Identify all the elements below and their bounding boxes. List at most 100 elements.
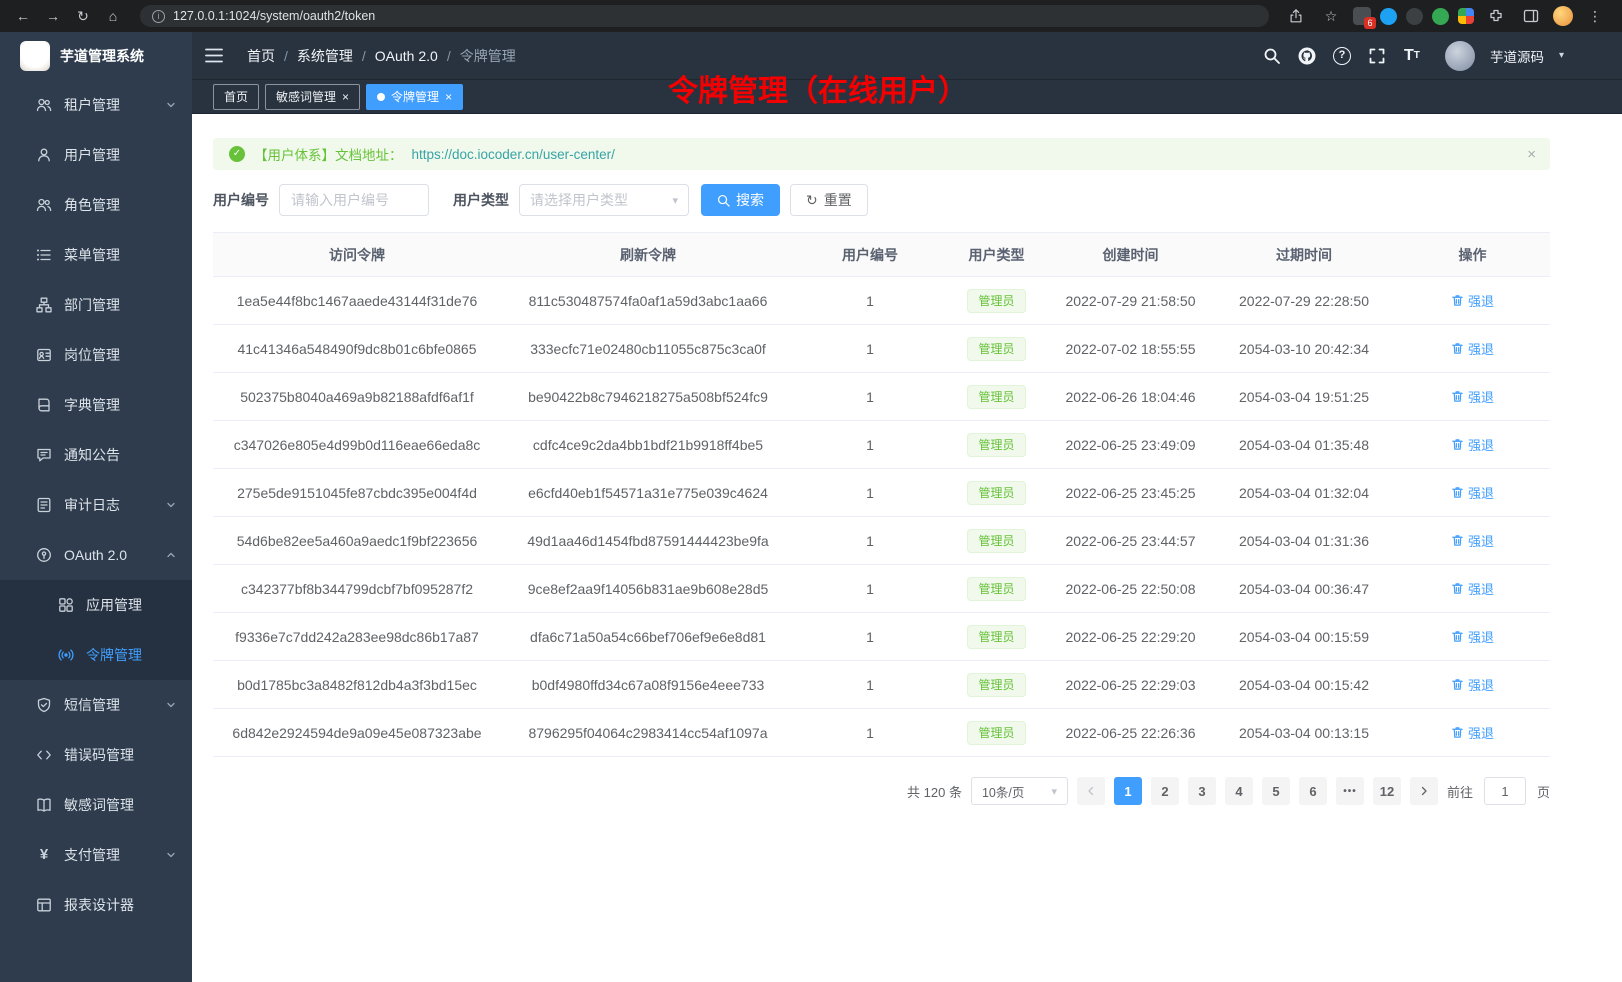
fullscreen-icon[interactable] — [1367, 46, 1387, 66]
user-type-badge: 管理员 — [967, 721, 1025, 745]
tab-home[interactable]: 首页 — [213, 84, 259, 110]
hamburger-icon[interactable] — [205, 48, 227, 63]
create-time-cell: 2022-07-02 18:55:55 — [1048, 325, 1213, 373]
sidebar-item-role[interactable]: 角色管理 — [0, 180, 192, 230]
side-panel-icon[interactable] — [1518, 4, 1544, 28]
sidebar-item-label: 岗位管理 — [64, 345, 120, 365]
sidebar-item-label: 部门管理 — [64, 295, 120, 315]
font-size-icon[interactable]: TT — [1402, 46, 1422, 66]
sidebar-item-sensitive-word[interactable]: 敏感词管理 — [0, 780, 192, 830]
help-icon[interactable]: ? — [1332, 46, 1352, 66]
browser-profile-avatar[interactable] — [1553, 6, 1573, 26]
extensions-puzzle-icon[interactable] — [1483, 4, 1509, 28]
pagination-page-2[interactable]: 2 — [1151, 777, 1179, 805]
force-logout-button[interactable]: 强退 — [1451, 483, 1494, 502]
back-icon[interactable]: ← — [10, 4, 36, 28]
actions-cell: 强退 — [1395, 469, 1550, 517]
sidebar-item-post[interactable]: 岗位管理 — [0, 330, 192, 380]
chevron-down-icon[interactable]: ▾ — [1559, 50, 1564, 61]
doc-link[interactable]: https://doc.iocoder.cn/user-center/ — [412, 147, 615, 162]
create-time-cell: 2022-06-26 18:04:46 — [1048, 373, 1213, 421]
force-logout-button[interactable]: 强退 — [1451, 723, 1494, 742]
tab-token-manage[interactable]: 令牌管理 × — [366, 84, 463, 110]
user-type-select[interactable]: 请选择用户类型 ▾ — [519, 184, 689, 216]
pagination-page-3[interactable]: 3 — [1188, 777, 1216, 805]
pagination-page-12[interactable]: 12 — [1373, 777, 1401, 805]
sidebar-item-menu[interactable]: 菜单管理 — [0, 230, 192, 280]
extension-dark-icon[interactable] — [1406, 8, 1423, 25]
user-id-cell: 1 — [795, 517, 945, 565]
pagination-page-4[interactable]: 4 — [1225, 777, 1253, 805]
close-icon[interactable]: × — [342, 91, 349, 103]
reload-icon[interactable]: ↻ — [70, 4, 96, 28]
bookmark-star-icon[interactable]: ☆ — [1318, 4, 1344, 28]
breadcrumb-oauth2[interactable]: OAuth 2.0 — [375, 48, 438, 64]
user-type-cell: 管理员 — [945, 613, 1048, 661]
force-logout-button[interactable]: 强退 — [1451, 291, 1494, 310]
actions-cell: 强退 — [1395, 565, 1550, 613]
browser-menu-icon[interactable]: ⋮ — [1582, 4, 1608, 28]
user-name[interactable]: 芋道源码 — [1490, 46, 1544, 66]
extension-blue-icon[interactable] — [1380, 8, 1397, 25]
sidebar-item-label: 租户管理 — [64, 95, 120, 115]
extension-green-icon[interactable] — [1432, 8, 1449, 25]
pagination-page-1[interactable]: 1 — [1114, 777, 1142, 805]
sidebar-item-app-manage[interactable]: 应用管理 — [0, 580, 192, 630]
extension-grid-icon[interactable]: 6 — [1353, 7, 1371, 25]
home-icon[interactable]: ⌂ — [100, 4, 126, 28]
sidebar-item-sms[interactable]: 短信管理 — [0, 680, 192, 730]
sidebar-item-label: 短信管理 — [64, 695, 120, 715]
refresh-token-cell: e6cfd40eb1f54571a31e775e039c4624 — [501, 469, 795, 517]
force-logout-button[interactable]: 强退 — [1451, 675, 1494, 694]
close-icon[interactable]: × — [445, 91, 452, 103]
sidebar-item-audit-log[interactable]: 审计日志 — [0, 480, 192, 530]
pagination-more-button[interactable]: ••• — [1336, 777, 1364, 805]
reset-button[interactable]: ↻ 重置 — [790, 184, 868, 216]
user-type-cell: 管理员 — [945, 325, 1048, 373]
table-row: f9336e7c7dd242a283ee98dc86b17a87 dfa6c71… — [213, 613, 1550, 661]
pagination-prev-button[interactable] — [1077, 777, 1105, 805]
force-logout-button[interactable]: 强退 — [1451, 531, 1494, 550]
sidebar-item-label: 错误码管理 — [64, 745, 134, 765]
sidebar-item-error-code[interactable]: 错误码管理 — [0, 730, 192, 780]
sidebar-item-report-designer[interactable]: 报表设计器 — [0, 880, 192, 930]
breadcrumb-home[interactable]: 首页 — [247, 46, 275, 66]
sidebar-item-pay[interactable]: ¥ 支付管理 — [0, 830, 192, 880]
sidebar-item-oauth2[interactable]: OAuth 2.0 — [0, 530, 192, 580]
sidebar-item-token-manage[interactable]: 令牌管理 — [0, 630, 192, 680]
app: 芋道管理系统 租户管理 用户管理 角色管理 菜单 — [0, 32, 1622, 982]
sidebar-item-notice[interactable]: 通知公告 — [0, 430, 192, 480]
sidebar-item-tenant[interactable]: 租户管理 — [0, 80, 192, 130]
sidebar-item-dept[interactable]: 部门管理 — [0, 280, 192, 330]
pagination-page-5[interactable]: 5 — [1262, 777, 1290, 805]
search-icon[interactable] — [1262, 46, 1282, 66]
user-type-badge: 管理员 — [967, 433, 1025, 457]
force-logout-button[interactable]: 强退 — [1451, 579, 1494, 598]
expire-time-cell: 2054-03-04 00:13:15 — [1213, 709, 1395, 757]
pagination-next-button[interactable] — [1410, 777, 1438, 805]
chevron-down-icon: ▾ — [1051, 785, 1057, 798]
sidebar-item-dict[interactable]: 字典管理 — [0, 380, 192, 430]
app-logo[interactable]: 芋道管理系统 — [0, 32, 192, 80]
forward-icon[interactable]: → — [40, 4, 66, 28]
tab-sensitive-word[interactable]: 敏感词管理 × — [265, 84, 360, 110]
alert-close-icon[interactable]: × — [1527, 146, 1536, 163]
force-logout-button[interactable]: 强退 — [1451, 627, 1494, 646]
force-logout-button[interactable]: 强退 — [1451, 387, 1494, 406]
page-size-select[interactable]: 10条/页 ▾ — [971, 777, 1068, 805]
user-avatar[interactable] — [1445, 41, 1475, 71]
access-token-cell: 54d6be82ee5a460a9aedc1f9bf223656 — [213, 517, 501, 565]
user-id-input[interactable] — [279, 184, 429, 216]
share-icon[interactable] — [1283, 4, 1309, 28]
github-icon[interactable] — [1297, 46, 1317, 66]
url-bar[interactable]: i 127.0.0.1:1024/system/oauth2/token — [140, 5, 1269, 27]
search-button[interactable]: 搜索 — [701, 184, 780, 216]
goto-page-input[interactable] — [1484, 777, 1526, 805]
breadcrumb-system[interactable]: 系统管理 — [297, 46, 353, 66]
force-logout-button[interactable]: 强退 — [1451, 435, 1494, 454]
pagination-page-6[interactable]: 6 — [1299, 777, 1327, 805]
force-logout-button[interactable]: 强退 — [1451, 339, 1494, 358]
sidebar-item-user[interactable]: 用户管理 — [0, 130, 192, 180]
extension-colorful-icon[interactable] — [1458, 8, 1474, 24]
site-info-icon[interactable]: i — [152, 10, 165, 23]
